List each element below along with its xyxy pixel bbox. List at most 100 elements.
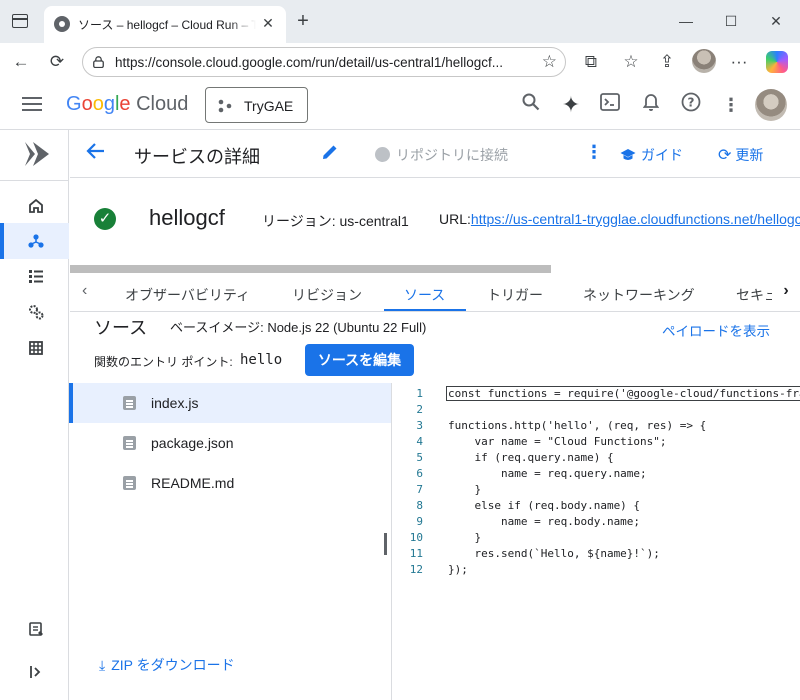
edit-source-button[interactable]: ソースを編集 bbox=[305, 344, 414, 376]
tab-triggers[interactable]: トリガー bbox=[487, 285, 543, 305]
github-icon bbox=[375, 147, 390, 162]
service-url-link[interactable]: https://us-central1-trygglae.cloudfuncti… bbox=[471, 211, 800, 227]
favorites-icon[interactable]: ☆ bbox=[618, 49, 644, 75]
browser-tab[interactable]: ソース – hellogcf – Cloud Run – TryGAE ✕ bbox=[44, 6, 286, 43]
header-more-icon[interactable]: ⋮ bbox=[718, 92, 744, 118]
file-name: index.js bbox=[151, 395, 199, 411]
download-zip-link[interactable]: ⤓ ZIP をダウンロード bbox=[99, 655, 235, 675]
code-editor[interactable]: 1 2 3 4 5 6 7 8 9 10 11 12 const functio… bbox=[393, 383, 800, 700]
view-payload-link[interactable]: ペイロードを表示 bbox=[662, 320, 770, 340]
pane-resize-handle[interactable] bbox=[384, 533, 387, 555]
file-name: package.json bbox=[151, 435, 234, 451]
code-line: } bbox=[448, 531, 482, 544]
maximize-button[interactable]: ☐ bbox=[719, 10, 743, 32]
source-section-title: ソース bbox=[94, 318, 148, 338]
line-number: 2 bbox=[416, 403, 423, 416]
rail-item-domains[interactable] bbox=[0, 330, 69, 366]
expand-panel-icon bbox=[30, 666, 41, 678]
tabs-scroll-right-icon[interactable]: › bbox=[772, 282, 800, 300]
home-icon bbox=[29, 198, 43, 213]
browser-profile-avatar[interactable] bbox=[692, 49, 716, 73]
address-bar[interactable]: https://console.cloud.google.com/run/det… bbox=[82, 47, 566, 77]
active-tab-indicator bbox=[384, 309, 466, 311]
extensions-icon[interactable]: ⧉ bbox=[578, 49, 604, 75]
file-item-index-js[interactable]: index.js bbox=[69, 383, 391, 423]
code-line: name = req.body.name; bbox=[448, 515, 641, 528]
lock-icon bbox=[93, 56, 104, 68]
project-hierarchy-icon bbox=[218, 99, 232, 113]
page-header: サービスの詳細 リポジトリに接続 ⋮ ガイド ⟳ 更新 bbox=[70, 130, 800, 178]
url-text: https://console.cloud.google.com/run/det… bbox=[115, 55, 503, 70]
line-number: 4 bbox=[416, 435, 423, 448]
detail-tabs: ‹ オブザーバビリティ リビジョン ソース トリガー ネットワーキング セキュ … bbox=[70, 276, 800, 312]
guide-button[interactable]: ガイド bbox=[620, 145, 683, 165]
services-icon bbox=[28, 234, 44, 248]
tabs-scroll-left-icon[interactable]: ‹ bbox=[82, 282, 87, 300]
line-number: 8 bbox=[416, 499, 423, 512]
horizontal-scrollbar[interactable] bbox=[70, 265, 551, 273]
tab-observability[interactable]: オブザーバビリティ bbox=[125, 285, 250, 305]
rail-item-services[interactable] bbox=[0, 223, 69, 259]
connect-repository-button[interactable]: リポジトリに接続 bbox=[375, 145, 508, 165]
graduation-cap-icon bbox=[620, 149, 636, 160]
more-menu-icon[interactable]: ··· bbox=[726, 49, 752, 75]
search-icon[interactable] bbox=[518, 92, 544, 118]
rail-item-settings[interactable] bbox=[0, 294, 69, 330]
service-name: hellogcf bbox=[149, 205, 225, 230]
tab-actions-icon[interactable] bbox=[12, 14, 28, 28]
tab-networking[interactable]: ネットワーキング bbox=[583, 285, 695, 305]
reload-icon[interactable]: ⟳ bbox=[44, 49, 70, 75]
expand-rail-button[interactable] bbox=[0, 656, 69, 686]
share-icon[interactable]: ⇪ bbox=[654, 49, 680, 75]
line-number: 12 bbox=[409, 563, 423, 576]
tab-revisions[interactable]: リビジョン bbox=[292, 285, 362, 305]
line-number: 9 bbox=[416, 515, 423, 528]
browser-navbar: ← ⟳ https://console.cloud.google.com/run… bbox=[0, 43, 800, 80]
help-icon[interactable]: ? bbox=[678, 92, 704, 118]
refresh-button[interactable]: ⟳ 更新 bbox=[718, 145, 763, 165]
cloud-run-favicon-icon bbox=[54, 16, 70, 32]
code-line: name = req.query.name; bbox=[448, 467, 647, 480]
main-menu-icon[interactable] bbox=[22, 97, 42, 111]
minimize-button[interactable]: — bbox=[674, 10, 698, 32]
copilot-icon[interactable] bbox=[766, 51, 788, 73]
tab-close-icon[interactable]: ✕ bbox=[258, 13, 278, 33]
new-tab-button[interactable]: + bbox=[292, 10, 314, 32]
rail-divider bbox=[0, 180, 69, 181]
file-item-readme-md[interactable]: README.md bbox=[69, 463, 391, 503]
cloud-shell-icon[interactable] bbox=[597, 92, 623, 118]
rail-item-home[interactable] bbox=[0, 188, 69, 224]
browser-tab-title: ソース – hellogcf – Cloud Run – TryGAE bbox=[78, 18, 256, 32]
cloud-run-logo-icon[interactable] bbox=[23, 140, 51, 168]
line-number: 11 bbox=[409, 547, 423, 560]
svg-text:?: ? bbox=[688, 96, 695, 110]
tab-source[interactable]: ソース bbox=[404, 285, 445, 305]
refresh-icon: ⟳ bbox=[718, 147, 732, 164]
account-avatar[interactable] bbox=[755, 89, 787, 121]
code-line: if (req.query.name) { bbox=[448, 451, 614, 464]
gears-icon bbox=[29, 305, 44, 320]
line-number: 7 bbox=[416, 483, 423, 496]
list-icon bbox=[29, 270, 43, 283]
close-window-button[interactable]: ✕ bbox=[764, 10, 788, 32]
line-number: 1 bbox=[416, 387, 423, 400]
edit-pencil-icon[interactable] bbox=[320, 142, 340, 168]
gemini-sparkle-icon[interactable]: ✦ bbox=[558, 92, 584, 118]
project-picker[interactable]: TryGAE bbox=[205, 87, 308, 123]
code-line: } bbox=[448, 483, 482, 496]
release-notes-button[interactable] bbox=[0, 614, 69, 644]
bookmark-star-icon[interactable]: ☆ bbox=[542, 52, 557, 72]
file-item-package-json[interactable]: package.json bbox=[69, 423, 391, 463]
google-cloud-logo[interactable]: Google Cloud bbox=[66, 93, 188, 116]
code-line: functions.http('hello', (req, res) => { bbox=[448, 419, 707, 432]
code-line: }); bbox=[448, 563, 468, 576]
back-arrow-icon[interactable]: ← bbox=[8, 49, 34, 75]
page-more-icon[interactable]: ⋮ bbox=[585, 142, 603, 163]
file-name: README.md bbox=[151, 475, 235, 491]
back-icon[interactable] bbox=[86, 141, 106, 167]
entry-point-label: 関数のエントリ ポイント: bbox=[94, 355, 233, 369]
rail-item-jobs[interactable] bbox=[0, 258, 69, 294]
notifications-bell-icon[interactable] bbox=[638, 92, 664, 118]
file-icon bbox=[123, 476, 136, 490]
entry-point-value: hello bbox=[240, 352, 283, 368]
